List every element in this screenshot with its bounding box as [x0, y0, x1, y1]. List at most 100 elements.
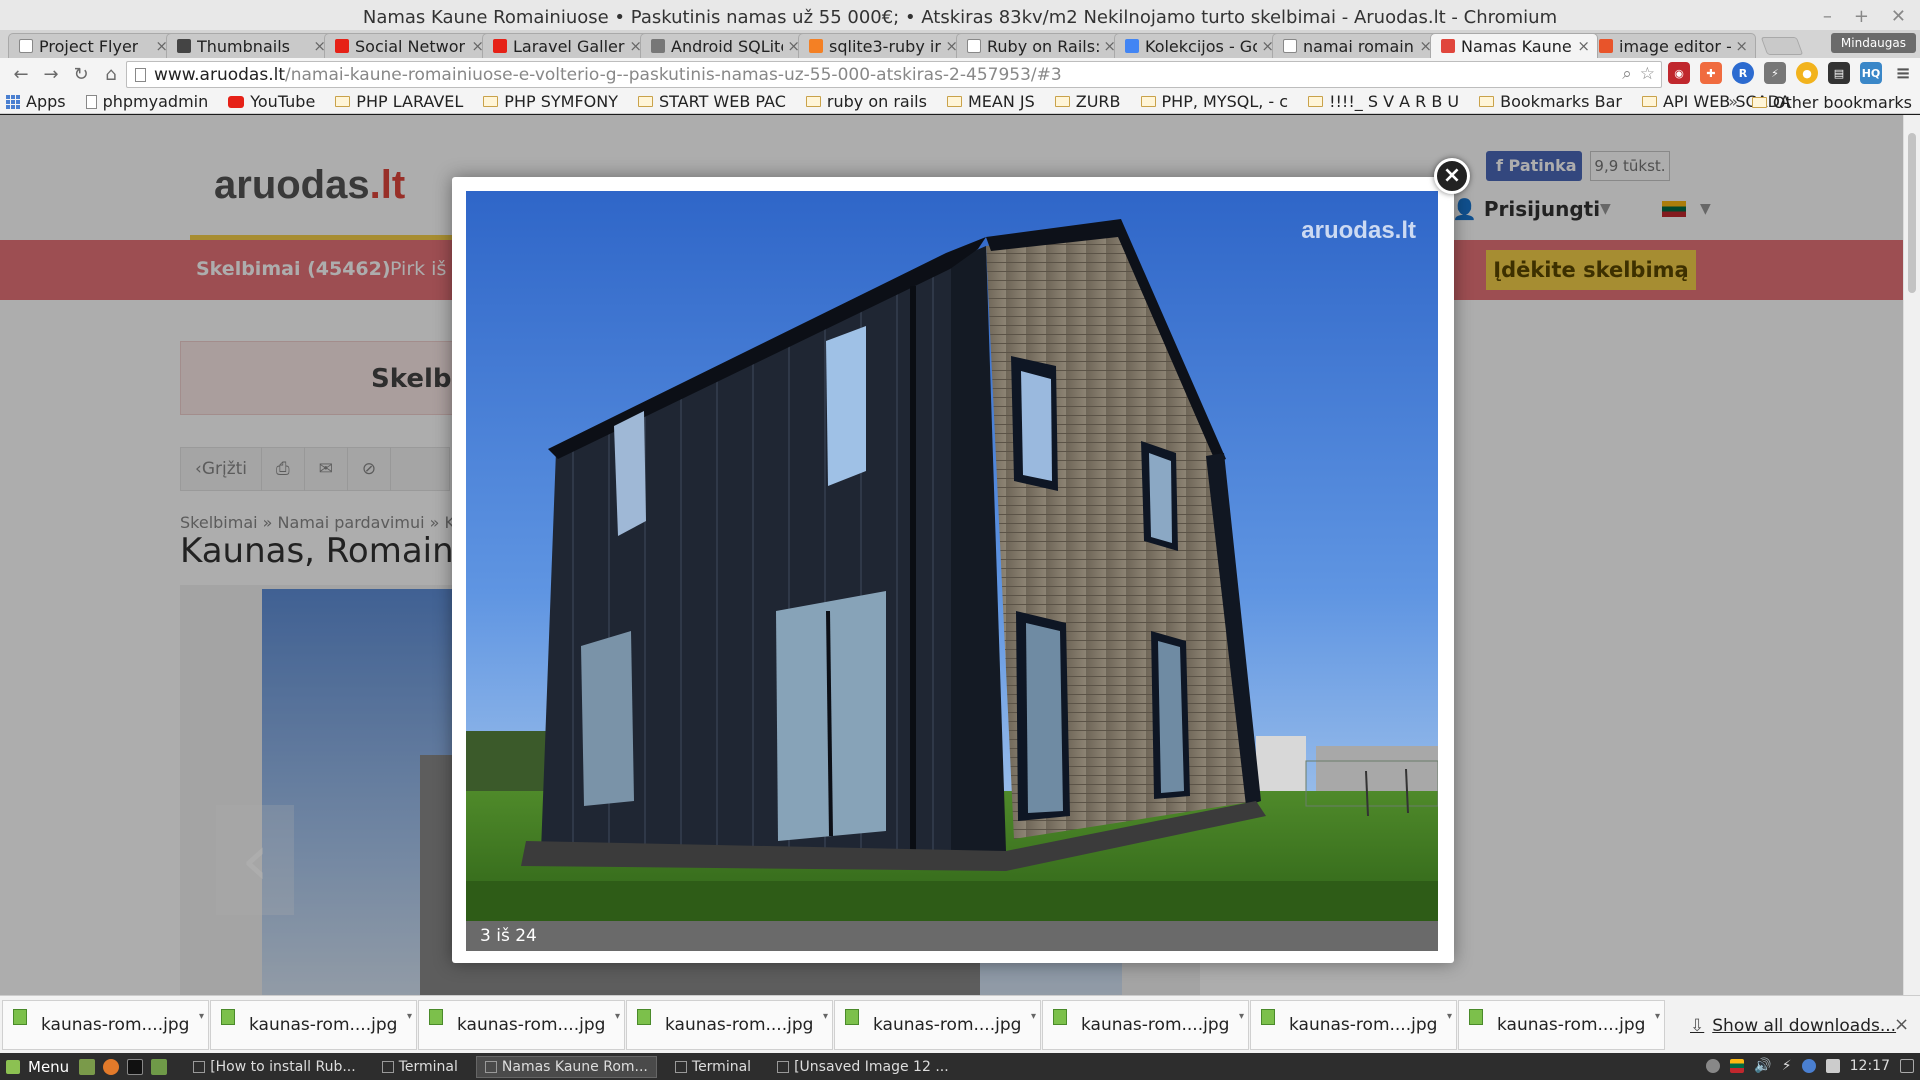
volume-icon[interactable]: 🔊: [1754, 1058, 1771, 1074]
bookmark-item[interactable]: Bookmarks Bar: [1479, 92, 1622, 111]
tab-item[interactable]: sqlite3-ruby in ×: [798, 33, 966, 58]
download-menu-caret-icon[interactable]: ▾: [1239, 1011, 1244, 1022]
folder-icon: [805, 96, 821, 107]
tab-item[interactable]: Android SQLite ×: [640, 33, 808, 58]
tab-item[interactable]: image editor - ×: [1588, 33, 1756, 58]
download-item[interactable]: kaunas-rom....jpg ▾: [834, 999, 1041, 1050]
window-title: Namas Kaune Romainiuose • Paskutinis nam…: [362, 6, 1558, 28]
keyboard-layout-icon[interactable]: [1730, 1059, 1745, 1073]
chrome-menu-icon[interactable]: ≡: [1892, 62, 1914, 84]
bookmark-item[interactable]: PHP LARAVEL: [335, 92, 463, 111]
download-menu-caret-icon[interactable]: ▾: [823, 1011, 828, 1022]
page-scrollbar[interactable]: [1903, 115, 1920, 995]
plus-extension-icon[interactable]: ✚: [1700, 62, 1722, 84]
download-item[interactable]: kaunas-rom....jpg ▾: [210, 999, 417, 1050]
update-icon[interactable]: [1801, 1059, 1816, 1073]
image-file-icon: [637, 1008, 651, 1025]
home-button[interactable]: ⌂: [96, 60, 126, 88]
tab-active[interactable]: Namas Kaune ×: [1430, 33, 1598, 58]
back-button[interactable]: ←: [6, 60, 36, 88]
show-desktop-icon[interactable]: [1900, 1059, 1914, 1073]
network-icon[interactable]: ⚡: [1782, 1058, 1792, 1074]
new-tab-button[interactable]: [1760, 37, 1804, 55]
download-menu-caret-icon[interactable]: ▾: [1447, 1011, 1452, 1022]
r-extension-icon[interactable]: R: [1732, 62, 1754, 84]
zoom-icon[interactable]: ⌕: [1622, 64, 1632, 84]
download-item[interactable]: kaunas-rom....jpg ▾: [626, 999, 833, 1050]
tab-close-icon[interactable]: ×: [1735, 37, 1748, 55]
clock[interactable]: 12:17: [1850, 1058, 1890, 1074]
other-bookmarks[interactable]: Other bookmarks: [1751, 93, 1912, 112]
bookmark-item[interactable]: ZURB: [1054, 92, 1121, 111]
downloads-close-button[interactable]: ×: [1894, 1014, 1909, 1035]
shield-icon[interactable]: [1825, 1059, 1840, 1073]
tab-item[interactable]: namai romain ×: [1272, 33, 1440, 58]
terminal-launcher-icon[interactable]: [127, 1058, 144, 1075]
bookmark-star-icon[interactable]: ☆: [1640, 64, 1655, 84]
tab-item[interactable]: Kolekcijos - Go ×: [1114, 33, 1282, 58]
image-file-icon: [13, 1008, 27, 1025]
download-menu-caret-icon[interactable]: ▾: [199, 1011, 204, 1022]
taskbar-window-button[interactable]: Namas Kaune Rom...: [475, 1055, 657, 1078]
folder-icon: [637, 96, 653, 107]
bookmark-item[interactable]: START WEB PAC: [637, 92, 786, 111]
bookmark-item[interactable]: phpmyadmin: [85, 92, 208, 111]
profile-button[interactable]: Mindaugas: [1830, 33, 1916, 53]
address-bar[interactable]: www.aruodas.lt/namai-kaune-romainiuose-e…: [126, 61, 1662, 88]
lightbox-close-button[interactable]: ×: [1434, 158, 1470, 194]
bookmark-item[interactable]: PHP SYMFONY: [483, 92, 618, 111]
show-all-downloads-link[interactable]: ⇩ Show all downloads...: [1690, 1016, 1896, 1036]
forward-button[interactable]: →: [36, 60, 66, 88]
bookmarks-overflow-button[interactable]: »: [1728, 92, 1738, 111]
close-window-button[interactable]: ✕: [1891, 6, 1906, 27]
tab-item[interactable]: Social Networ ×: [324, 33, 492, 58]
lightbox-photo[interactable]: aruodas.lt: [466, 191, 1438, 921]
download-item[interactable]: kaunas-rom....jpg ▾: [2, 999, 209, 1050]
download-menu-caret-icon[interactable]: ▾: [1655, 1011, 1660, 1022]
download-filename: kaunas-rom....jpg: [41, 1014, 190, 1035]
download-menu-caret-icon[interactable]: ▾: [1031, 1011, 1036, 1022]
bookmark-item[interactable]: ruby on rails: [805, 92, 927, 111]
taskbar-window-button[interactable]: [How to install Rub...: [185, 1056, 364, 1078]
taskbar-window-button[interactable]: [Unsaved Image 12 ...: [769, 1056, 957, 1078]
adblock-extension-icon[interactable]: ◉: [1668, 62, 1690, 84]
taskbar-window-button[interactable]: Terminal: [374, 1056, 466, 1078]
download-menu-caret-icon[interactable]: ▾: [615, 1011, 620, 1022]
minimize-button[interactable]: –: [1823, 6, 1832, 27]
taskbar-window-button[interactable]: Terminal: [667, 1056, 759, 1078]
reload-button[interactable]: ↻: [66, 60, 96, 88]
tab-item[interactable]: Laravel Gallery ×: [482, 33, 650, 58]
files-launcher-icon[interactable]: [151, 1058, 168, 1075]
bookmark-item[interactable]: PHP, MYSQL, - c: [1140, 92, 1288, 111]
desktop-launcher-icon[interactable]: [79, 1058, 96, 1075]
tab-label: Namas Kaune: [1461, 36, 1572, 56]
tab-close-icon[interactable]: ×: [1577, 37, 1590, 55]
download-item[interactable]: kaunas-rom....jpg ▾: [418, 999, 625, 1050]
download-item[interactable]: kaunas-rom....jpg ▾: [1042, 999, 1249, 1050]
url-path: /namai-kaune-romainiuose-e-volterio-g--p…: [285, 64, 1062, 85]
download-item[interactable]: kaunas-rom....jpg ▾: [1250, 999, 1457, 1050]
link-extension-icon[interactable]: ⚡: [1764, 62, 1786, 84]
bookmark-item[interactable]: YouTube: [228, 92, 315, 111]
taskbar-window-list: [How to install Rub... Terminal Namas Kaun…: [185, 1055, 966, 1078]
tab-item[interactable]: Ruby on Rails: ×: [956, 33, 1124, 58]
scrollbar-thumb[interactable]: [1908, 133, 1916, 293]
tab-item[interactable]: Project Flyer ×: [8, 33, 176, 58]
download-menu-caret-icon[interactable]: ▾: [407, 1011, 412, 1022]
chrome-extension-icon[interactable]: ●: [1796, 62, 1818, 84]
start-menu-button[interactable]: Menu: [0, 1058, 79, 1076]
bookmark-item[interactable]: !!!!_ S V A R B U: [1308, 92, 1459, 111]
download-item[interactable]: kaunas-rom....jpg ▾: [1458, 999, 1665, 1050]
maximize-button[interactable]: +: [1854, 6, 1869, 27]
firefox-launcher-icon[interactable]: [103, 1058, 120, 1075]
grid-extension-icon[interactable]: ▤: [1828, 62, 1850, 84]
hq-extension-icon[interactable]: HQ: [1860, 62, 1882, 84]
download-filename: kaunas-rom....jpg: [1497, 1014, 1646, 1035]
tab-item[interactable]: Thumbnails ×: [166, 33, 334, 58]
bookmark-apps[interactable]: Apps: [6, 92, 66, 111]
apps-grid-icon: [6, 94, 20, 109]
os-taskbar: Menu [How to install Rub... Terminal Namas…: [0, 1053, 1920, 1080]
bookmark-label: PHP SYMFONY: [504, 92, 618, 111]
bookmark-item[interactable]: MEAN JS: [946, 92, 1035, 111]
user-icon[interactable]: [1706, 1059, 1721, 1073]
